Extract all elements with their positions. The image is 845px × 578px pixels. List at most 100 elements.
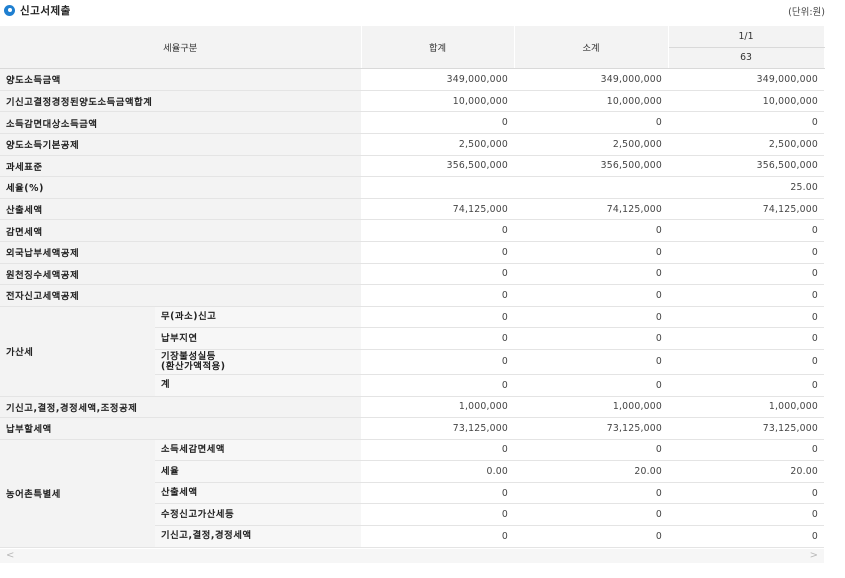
row-label: 외국납부세액공제: [0, 241, 361, 264]
sub-row-label: 기신고,결정,경정세액: [155, 525, 361, 548]
horizontal-scrollbar[interactable]: < >: [0, 549, 824, 563]
row-label: 납부할세액: [0, 417, 361, 440]
table-row: 과세표준 356,500,000 356,500,000 356,500,000: [0, 155, 824, 178]
cell-subtotal: 10,000,000: [514, 90, 668, 113]
cell-period: 0: [668, 284, 824, 307]
cell-period: 0: [668, 525, 824, 548]
header-period: 1/1: [668, 26, 825, 48]
cell-period: 0: [668, 263, 824, 286]
cell-subtotal: [514, 176, 668, 199]
cell-period: 0: [668, 349, 824, 375]
cell-total: 0: [361, 374, 514, 397]
cell-period: 25.00: [668, 176, 824, 199]
table-row: 농어촌특별세 소득세감면세액 0 0 0: [0, 439, 824, 548]
row-label: 기신고,결정,경정세액,조정공제: [0, 396, 361, 419]
cell-subtotal: 0: [514, 327, 668, 350]
circle-bullet-icon: [4, 4, 15, 16]
table-row: 원천징수세액공제 0 0 0: [0, 263, 824, 286]
cell-subtotal: 20.00: [514, 460, 668, 483]
sub-row-label: 소득세감면세액: [155, 439, 361, 462]
cell-total: 0: [361, 111, 514, 134]
cell-period: 0: [668, 241, 824, 264]
cell-subtotal: 0: [514, 263, 668, 286]
sub-row-label-line2: (환산가액적용): [161, 360, 226, 372]
cell-period: 10,000,000: [668, 90, 824, 113]
cell-total: 2,500,000: [361, 133, 514, 156]
cell-total: 0: [361, 482, 514, 505]
cell-subtotal: 356,500,000: [514, 155, 668, 178]
cell-period: 73,125,000: [668, 417, 824, 440]
cell-subtotal: 0: [514, 374, 668, 397]
cell-period: 2,500,000: [668, 133, 824, 156]
section-header: 신고서제출: [4, 2, 71, 18]
cell-total: 1,000,000: [361, 396, 514, 419]
cell-subtotal: 0: [514, 111, 668, 134]
row-label: 과세표준: [0, 155, 361, 178]
cell-total: 349,000,000: [361, 68, 514, 91]
row-label: 세율(%): [0, 176, 361, 199]
cell-period: 0: [668, 374, 824, 397]
cell-total: 73,125,000: [361, 417, 514, 440]
scroll-right-icon[interactable]: >: [810, 550, 818, 561]
cell-total: 0: [361, 306, 514, 329]
sub-row-label: 수정신고가산세등: [155, 503, 361, 527]
cell-total: 10,000,000: [361, 90, 514, 113]
cell-period: 0: [668, 111, 824, 134]
row-label: 산출세액: [0, 198, 361, 221]
cell-subtotal: 0: [514, 439, 668, 462]
cell-total: 0: [361, 503, 514, 527]
cell-period: 356,500,000: [668, 155, 824, 178]
cell-total: 0.00: [361, 460, 514, 483]
cell-subtotal: 0: [514, 349, 668, 375]
sub-row-label: 무(과소)신고: [155, 306, 361, 329]
row-label: 소득감면대상소득금액: [0, 111, 361, 134]
cell-total: 0: [361, 525, 514, 548]
cell-period: 0: [668, 327, 824, 350]
cell-period: 0: [668, 482, 824, 505]
unit-label: (단위:원): [788, 7, 825, 18]
cell-subtotal: 349,000,000: [514, 68, 668, 91]
cell-subtotal: 0: [514, 241, 668, 264]
cell-period: 0: [668, 439, 824, 462]
table-row: 기신고결정경정된양도소득금액합계 10,000,000 10,000,000 1…: [0, 90, 824, 113]
cell-subtotal: 73,125,000: [514, 417, 668, 440]
cell-subtotal: 0: [514, 525, 668, 548]
sub-row-label: 계: [155, 374, 361, 397]
scroll-left-icon[interactable]: <: [6, 550, 14, 561]
cell-subtotal: 0: [514, 284, 668, 307]
cell-subtotal: 0: [514, 306, 668, 329]
cell-total: 0: [361, 349, 514, 375]
table-row: 외국납부세액공제 0 0 0: [0, 241, 824, 264]
row-label: 전자신고세액공제: [0, 284, 361, 307]
cell-total: 0: [361, 439, 514, 462]
cell-subtotal: 0: [514, 482, 668, 505]
header-period-sub: 63: [668, 46, 825, 70]
cell-total: 74,125,000: [361, 198, 514, 221]
tax-return-panel: 신고서제출 (단위:원) 세율구분 합계 소계 1/1 63 양도소득금액 34: [0, 0, 845, 578]
group-label-penalty: 가산세: [0, 306, 155, 397]
cell-total: 0: [361, 219, 514, 242]
header-subtotal: 소계: [514, 26, 669, 70]
table-row: 소득감면대상소득금액 0 0 0: [0, 111, 824, 134]
group-label-special-tax: 농어촌특별세: [0, 439, 155, 548]
row-label: 감면세액: [0, 219, 361, 242]
table-row: 산출세액 74,125,000 74,125,000 74,125,000: [0, 198, 824, 221]
row-label: 양도소득기본공제: [0, 133, 361, 156]
section-title: 신고서제출: [20, 4, 71, 17]
cell-subtotal: 1,000,000: [514, 396, 668, 419]
sub-row-label: 기장불성실등 (환산가액적용): [155, 349, 361, 375]
sub-row-label: 산출세액: [155, 482, 361, 505]
cell-subtotal: 0: [514, 503, 668, 527]
cell-total: 0: [361, 327, 514, 350]
table-row: 양도소득기본공제 2,500,000 2,500,000 2,500,000: [0, 133, 824, 156]
cell-period: 349,000,000: [668, 68, 824, 91]
cell-period: 0: [668, 219, 824, 242]
cell-total: 0: [361, 263, 514, 286]
cell-subtotal: 2,500,000: [514, 133, 668, 156]
table-row: 가산세 무(과소)신고 0 0 0: [0, 306, 824, 397]
cell-total: 0: [361, 241, 514, 264]
cell-period: 0: [668, 503, 824, 527]
table-row: 납부할세액 73,125,000 73,125,000 73,125,000: [0, 417, 824, 440]
cell-subtotal: 74,125,000: [514, 198, 668, 221]
header-category: 세율구분: [0, 26, 362, 70]
